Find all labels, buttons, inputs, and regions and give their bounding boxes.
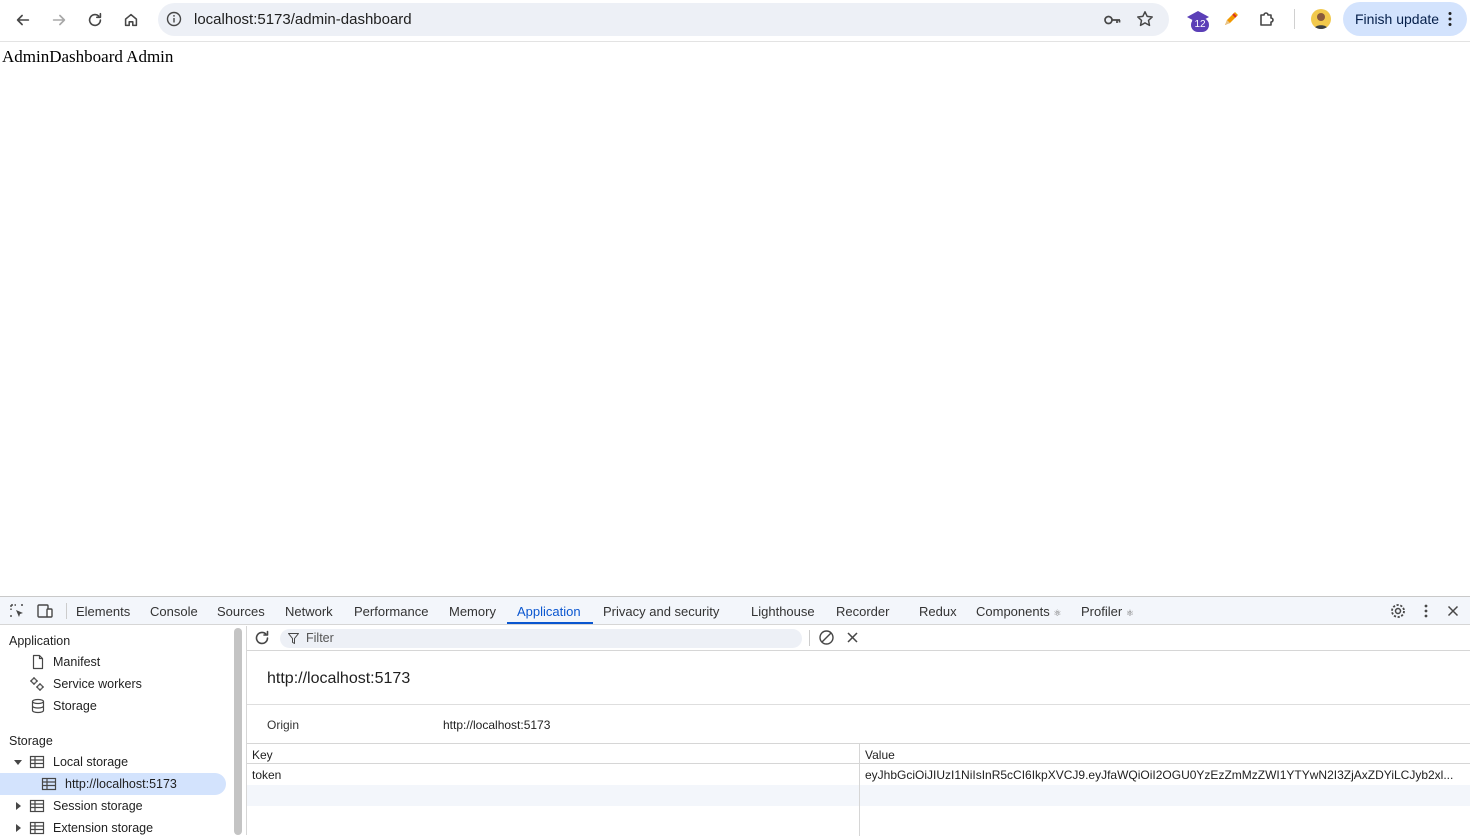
- page-text: AdminDashboard Admin: [2, 47, 174, 66]
- sidebar-item-label: Extension storage: [53, 821, 154, 835]
- clear-all-icon[interactable]: [818, 629, 835, 646]
- storage-panel: Filter http://localhost:5173 Origin http…: [246, 626, 1470, 836]
- site-info-icon[interactable]: [166, 11, 182, 27]
- sidebar-item-extension-storage[interactable]: Extension storage: [0, 817, 216, 839]
- finish-update-button[interactable]: Finish update: [1343, 2, 1467, 36]
- table-icon: [41, 777, 57, 791]
- inspect-element-icon[interactable]: [8, 602, 26, 620]
- origin-label: Origin: [267, 718, 300, 732]
- home-button[interactable]: [116, 6, 146, 34]
- cell-key[interactable]: token: [252, 768, 852, 782]
- sidebar-item-local-storage-origin[interactable]: http://localhost:5173: [0, 773, 226, 795]
- arrow-right-icon: [52, 14, 66, 26]
- triangle-right-icon[interactable]: [13, 823, 23, 833]
- extension-pencil-icon[interactable]: [1222, 10, 1240, 28]
- column-divider[interactable]: [859, 744, 860, 836]
- application-sidebar: Application Manifest Service workers Sto…: [0, 626, 232, 835]
- profile-avatar-icon: [1314, 13, 1328, 29]
- arrow-left-icon: [16, 14, 30, 26]
- tab-privacy-and-security[interactable]: Privacy and security: [603, 604, 719, 619]
- tab-recorder[interactable]: Recorder: [836, 604, 889, 619]
- close-devtools-icon[interactable]: [1444, 602, 1462, 620]
- filter-placeholder: Filter: [306, 631, 334, 645]
- profile-avatar[interactable]: [1311, 9, 1331, 29]
- sidebar-item-service-workers[interactable]: Service workers: [0, 673, 216, 695]
- reload-button[interactable]: [80, 6, 110, 34]
- tab-lighthouse[interactable]: Lighthouse: [751, 604, 815, 619]
- tab-memory[interactable]: Memory: [449, 604, 496, 619]
- sidebar-item-label: Session storage: [53, 799, 143, 813]
- triangle-down-icon[interactable]: [13, 757, 23, 767]
- home-icon: [124, 13, 138, 27]
- tab-sources[interactable]: Sources: [217, 604, 265, 619]
- react-atom-icon: ⚛: [1053, 608, 1062, 618]
- tab-components-label: Components: [976, 604, 1050, 619]
- page-viewport: AdminDashboard Admin: [0, 43, 1470, 596]
- tab-application[interactable]: Application: [517, 604, 581, 619]
- extensions-puzzle-icon[interactable]: [1257, 9, 1277, 29]
- tab-redux[interactable]: Redux: [919, 604, 957, 619]
- active-tab-indicator: [507, 622, 593, 624]
- table-icon: [29, 755, 45, 769]
- tab-network[interactable]: Network: [285, 604, 333, 619]
- table-icon: [29, 799, 45, 813]
- more-options-icon[interactable]: [1417, 602, 1435, 620]
- tab-components[interactable]: Components ⚛: [976, 604, 1061, 619]
- sidebar-item-label: http://localhost:5173: [65, 777, 177, 791]
- sidebar-item-label: Storage: [53, 699, 97, 713]
- sidebar-item-local-storage[interactable]: Local storage: [0, 751, 216, 773]
- tab-profiler-label: Profiler: [1081, 604, 1123, 619]
- devtools-panel: Elements Console Sources Network Perform…: [0, 596, 1470, 836]
- react-atom-icon: ⚛: [1125, 608, 1134, 618]
- tab-elements[interactable]: Elements: [76, 604, 130, 619]
- tabbar-divider: [66, 603, 67, 619]
- column-header-value[interactable]: Value: [865, 748, 895, 762]
- back-button[interactable]: [8, 6, 38, 34]
- filter-input[interactable]: Filter: [280, 629, 802, 648]
- sidebar-scrollbar[interactable]: [234, 628, 242, 835]
- address-bar[interactable]: localhost:5173/admin-dashboard: [158, 3, 1169, 36]
- sidebar-section-storage: Storage: [9, 734, 53, 748]
- cell-value[interactable]: eyJhbGciOiJIUzI1NiIsInR5cCI6IkpXVCJ9.eyJ…: [865, 768, 1467, 782]
- gears-icon: [30, 677, 44, 691]
- storage-toolbar: Filter: [247, 626, 1470, 651]
- tab-profiler[interactable]: Profiler ⚛: [1081, 604, 1134, 619]
- devtools-tabbar: Elements Console Sources Network Perform…: [0, 597, 1470, 625]
- database-icon: [31, 698, 45, 714]
- file-icon: [32, 654, 44, 670]
- finish-update-label: Finish update: [1355, 11, 1440, 27]
- refresh-icon[interactable]: [253, 629, 271, 647]
- toolbar-divider: [1294, 9, 1295, 29]
- column-header-key[interactable]: Key: [252, 748, 273, 762]
- browser-toolbar: localhost:5173/admin-dashboard 12 Finish…: [0, 0, 1470, 42]
- storage-data-grid: Key Value token eyJhbGciOiJIUzI1NiIsInR5…: [247, 743, 1470, 836]
- bookmark-star-icon[interactable]: [1135, 9, 1155, 29]
- toolbar-divider: [809, 630, 810, 646]
- url-text[interactable]: localhost:5173/admin-dashboard: [194, 11, 412, 28]
- device-toolbar-icon[interactable]: [36, 602, 54, 620]
- forward-button[interactable]: [44, 6, 74, 34]
- password-key-icon[interactable]: [1102, 10, 1122, 30]
- filter-funnel-icon: [288, 633, 299, 644]
- sidebar-item-label: Manifest: [53, 655, 101, 669]
- sidebar-item-label: Local storage: [53, 755, 129, 769]
- sidebar-item-storage[interactable]: Storage: [0, 695, 216, 717]
- triangle-right-icon[interactable]: [13, 801, 23, 811]
- sidebar-section-application: Application: [9, 634, 71, 648]
- origin-value: http://localhost:5173: [443, 718, 551, 732]
- settings-gear-icon[interactable]: [1389, 602, 1407, 620]
- extension-badge: 12: [1191, 18, 1209, 32]
- tab-performance[interactable]: Performance: [354, 604, 428, 619]
- reload-icon: [88, 12, 102, 27]
- tab-console[interactable]: Console: [150, 604, 198, 619]
- sidebar-item-manifest[interactable]: Manifest: [0, 651, 216, 673]
- storage-origin-heading: http://localhost:5173: [267, 670, 411, 687]
- section-divider: [247, 704, 1470, 705]
- sidebar-item-label: Service workers: [53, 677, 142, 691]
- more-vert-icon[interactable]: [1447, 11, 1453, 27]
- delete-selected-icon[interactable]: [845, 630, 860, 645]
- sidebar-item-session-storage[interactable]: Session storage: [0, 795, 216, 817]
